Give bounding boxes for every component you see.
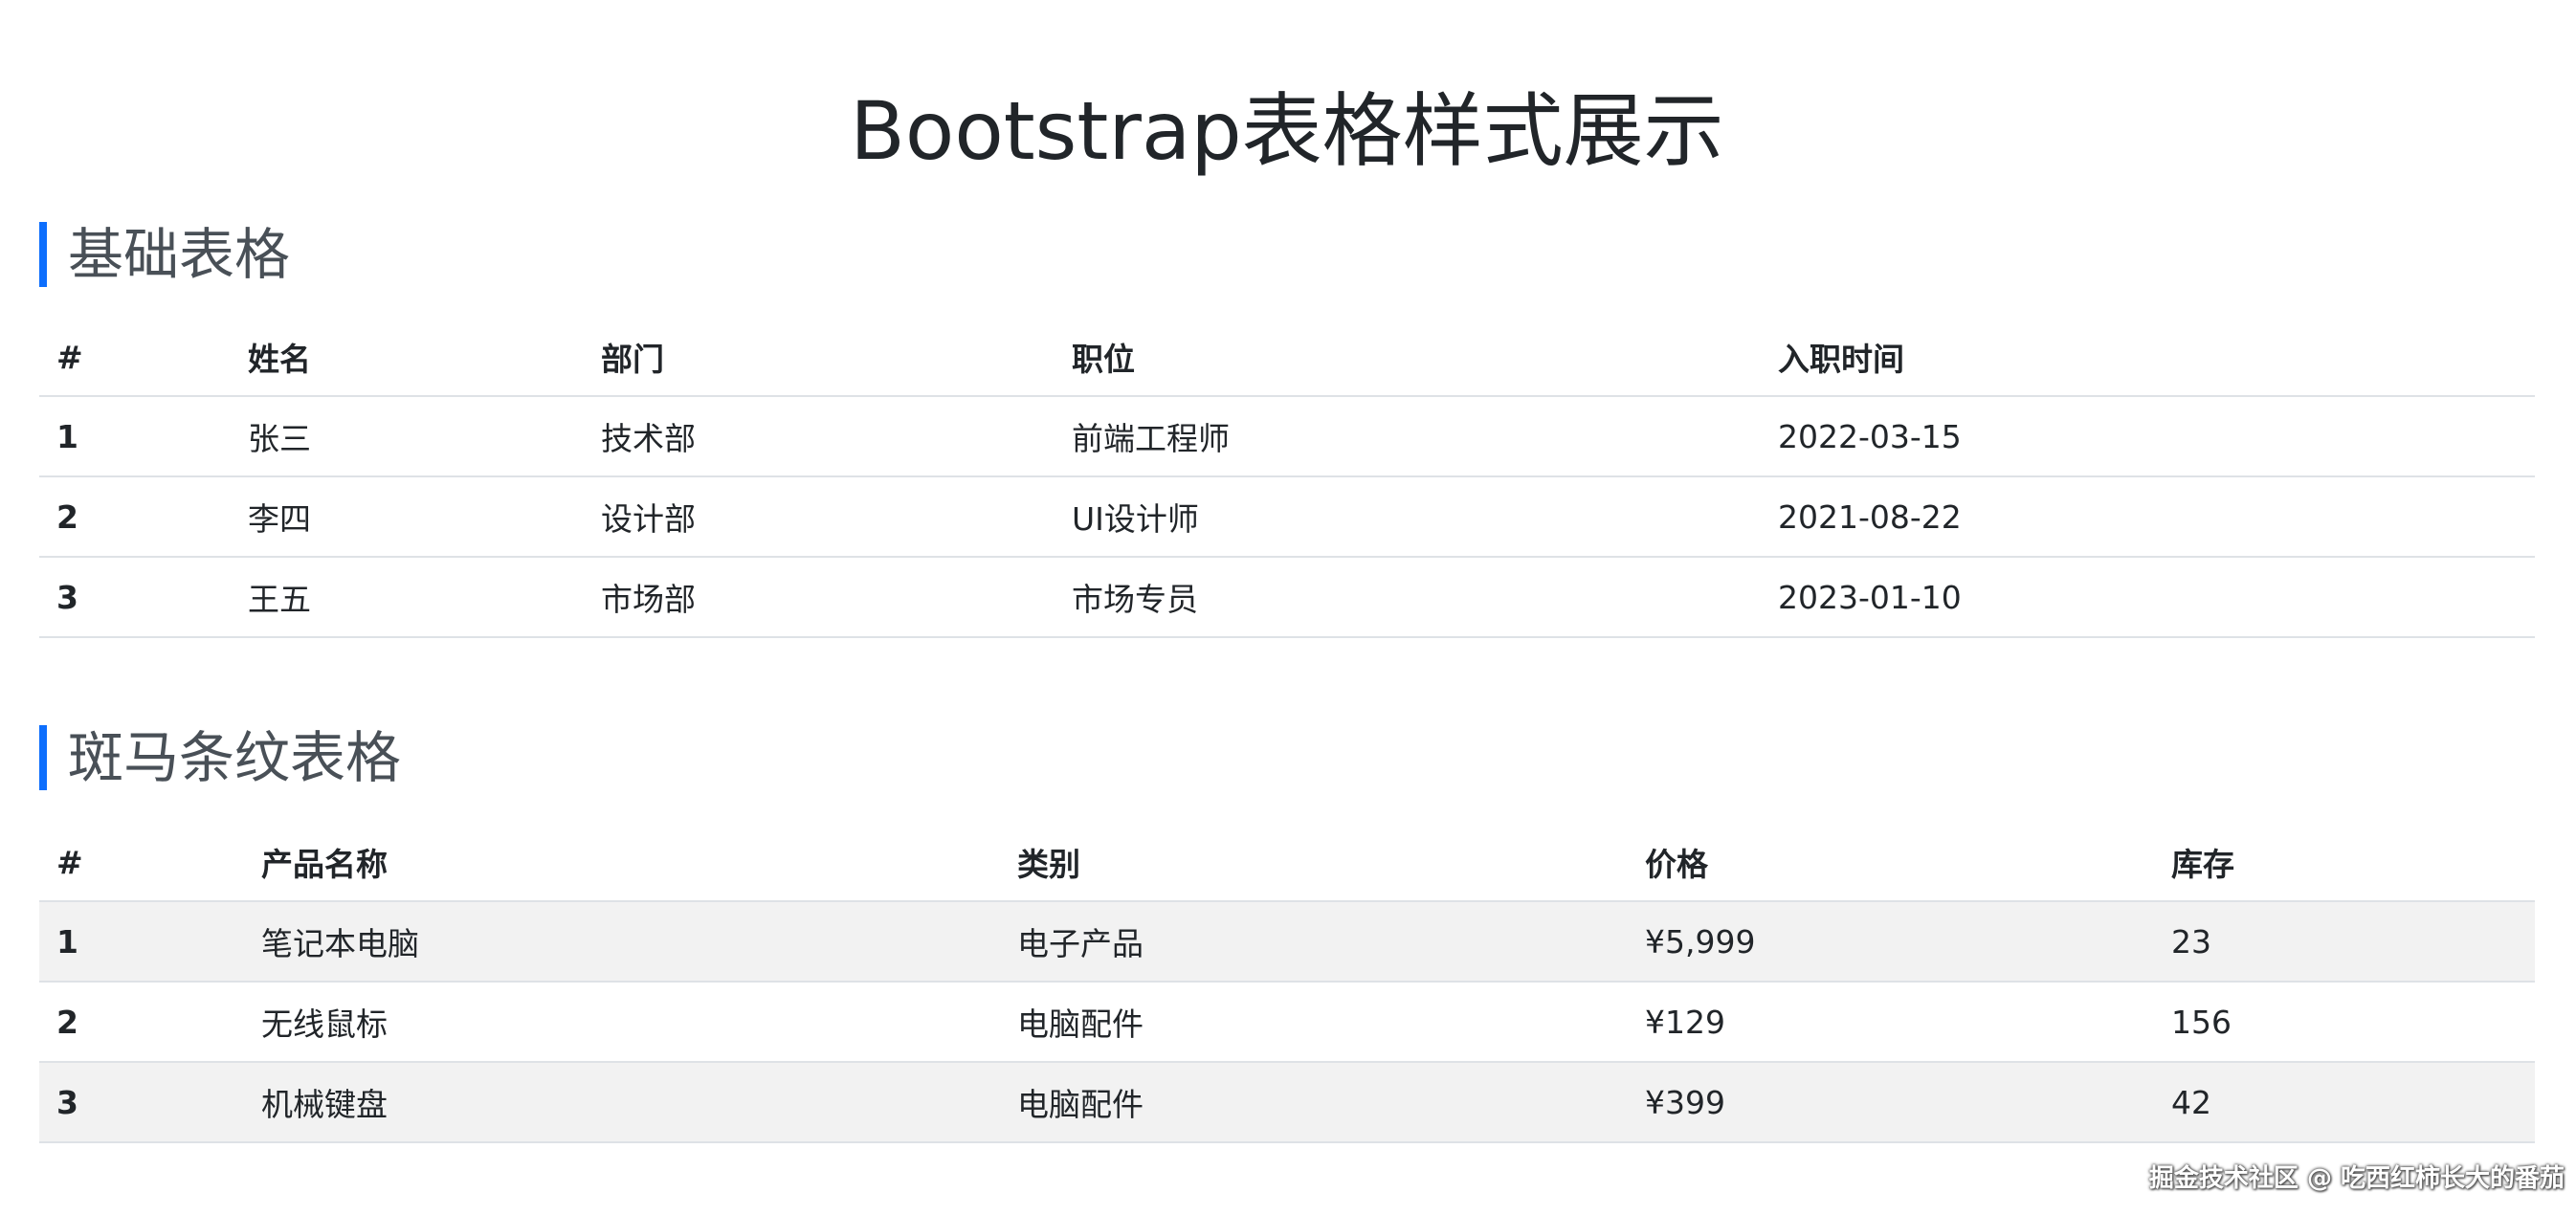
column-header-stock: 库存 bbox=[2154, 824, 2535, 902]
table-cell-position: 市场专员 bbox=[1055, 557, 1761, 638]
table-cell-product-name: 笔记本电脑 bbox=[244, 901, 1000, 983]
table-cell-department: 技术部 bbox=[584, 396, 1055, 477]
column-header-index: # bbox=[39, 824, 244, 902]
header-row: # 姓名 部门 职位 入职时间 bbox=[39, 319, 2535, 397]
striped-table: # 产品名称 类别 价格 库存 1 笔记本电脑 电子产品 ¥5,999 23 2… bbox=[39, 824, 2535, 1143]
table-row: 1 张三 技术部 前端工程师 2022-03-15 bbox=[39, 396, 2535, 477]
table-cell-name: 王五 bbox=[231, 557, 584, 638]
table-cell-hire-date: 2023-01-10 bbox=[1761, 557, 2535, 638]
striped-table-body: 1 笔记本电脑 电子产品 ¥5,999 23 2 无线鼠标 电脑配件 ¥129 … bbox=[39, 901, 2535, 1143]
table-cell-name: 张三 bbox=[231, 396, 584, 477]
table-cell-position: 前端工程师 bbox=[1055, 396, 1761, 477]
column-header-name: 姓名 bbox=[231, 319, 584, 397]
striped-table-header: # 产品名称 类别 价格 库存 bbox=[39, 824, 2535, 902]
table-row: 2 无线鼠标 电脑配件 ¥129 156 bbox=[39, 982, 2535, 1063]
table-cell-index: 2 bbox=[39, 476, 231, 558]
table-cell-department: 设计部 bbox=[584, 476, 1055, 558]
table-row: 3 机械键盘 电脑配件 ¥399 42 bbox=[39, 1062, 2535, 1143]
table-cell-product-name: 机械键盘 bbox=[244, 1062, 1000, 1143]
watermark-text: 掘金技术社区 @ 吃西红柿长大的番茄 bbox=[2148, 1164, 2565, 1193]
table-cell-index: 1 bbox=[39, 901, 244, 983]
table-cell-category: 电脑配件 bbox=[1000, 1062, 1628, 1143]
table-cell-price: ¥399 bbox=[1628, 1062, 2154, 1143]
column-header-category: 类别 bbox=[1000, 824, 1628, 902]
column-header-position: 职位 bbox=[1055, 319, 1761, 397]
basic-table-body: 1 张三 技术部 前端工程师 2022-03-15 2 李四 设计部 UI设计师… bbox=[39, 396, 2535, 638]
table-row: 1 笔记本电脑 电子产品 ¥5,999 23 bbox=[39, 901, 2535, 983]
column-header-price: 价格 bbox=[1628, 824, 2154, 902]
table-cell-name: 李四 bbox=[231, 476, 584, 558]
table-cell-product-name: 无线鼠标 bbox=[244, 982, 1000, 1063]
table-cell-index: 3 bbox=[39, 1062, 244, 1143]
header-row: # 产品名称 类别 价格 库存 bbox=[39, 824, 2535, 902]
basic-table: # 姓名 部门 职位 入职时间 1 张三 技术部 前端工程师 2022-03-1… bbox=[39, 319, 2535, 638]
column-header-product-name: 产品名称 bbox=[244, 824, 1000, 902]
table-cell-index: 3 bbox=[39, 557, 231, 638]
striped-table-heading: 斑马条纹表格 bbox=[39, 725, 401, 790]
table-cell-price: ¥5,999 bbox=[1628, 901, 2154, 983]
table-cell-stock: 42 bbox=[2154, 1062, 2535, 1143]
table-cell-index: 2 bbox=[39, 982, 244, 1063]
column-header-department: 部门 bbox=[584, 319, 1055, 397]
table-row: 3 王五 市场部 市场专员 2023-01-10 bbox=[39, 557, 2535, 638]
table-cell-hire-date: 2021-08-22 bbox=[1761, 476, 2535, 558]
table-cell-category: 电子产品 bbox=[1000, 901, 1628, 983]
table-cell-department: 市场部 bbox=[584, 557, 1055, 638]
column-header-hire-date: 入职时间 bbox=[1761, 319, 2535, 397]
basic-table-heading: 基础表格 bbox=[39, 222, 290, 287]
table-cell-stock: 156 bbox=[2154, 982, 2535, 1063]
table-cell-category: 电脑配件 bbox=[1000, 982, 1628, 1063]
page-title: Bootstrap表格样式展示 bbox=[850, 84, 1724, 178]
table-cell-price: ¥129 bbox=[1628, 982, 2154, 1063]
table-cell-index: 1 bbox=[39, 396, 231, 477]
table-cell-hire-date: 2022-03-15 bbox=[1761, 396, 2535, 477]
column-header-index: # bbox=[39, 319, 231, 397]
table-row: 2 李四 设计部 UI设计师 2021-08-22 bbox=[39, 476, 2535, 558]
table-cell-stock: 23 bbox=[2154, 901, 2535, 983]
table-cell-position: UI设计师 bbox=[1055, 476, 1761, 558]
basic-table-header: # 姓名 部门 职位 入职时间 bbox=[39, 319, 2535, 397]
